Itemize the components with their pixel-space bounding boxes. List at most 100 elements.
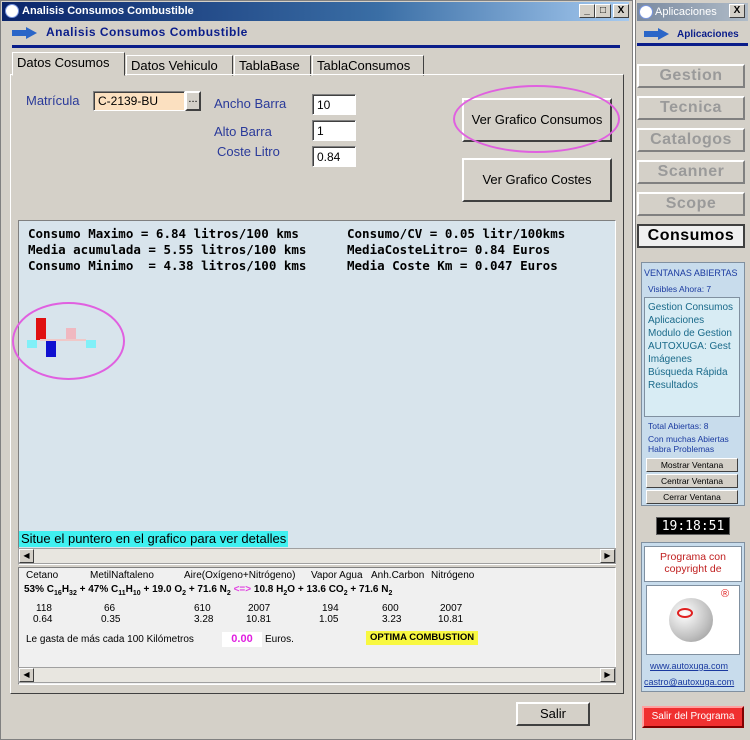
copyright-line1: Programa con <box>660 551 726 563</box>
window-item[interactable]: Resultados <box>648 379 739 392</box>
tab-tablabase[interactable]: TablaBase <box>234 55 311 76</box>
oxigeno-val1: 610 <box>194 603 211 614</box>
agua-val2: 1.05 <box>319 614 339 625</box>
email-link[interactable]: castro@autoxuga.com <box>644 677 734 687</box>
window-item[interactable]: Modulo de Gestion <box>648 327 739 340</box>
open-windows-list[interactable]: Gestion Consumos Aplicaciones Modulo de … <box>644 297 740 417</box>
close-button[interactable]: X <box>613 4 629 18</box>
header-nitrogeno: Nitrógeno <box>431 570 475 581</box>
window-item[interactable]: Gestion Consumos <box>648 301 739 314</box>
media-coste-km-text: Media Coste Km = 0.047 Euros <box>347 258 558 273</box>
mostrar-ventana-button[interactable]: Mostrar Ventana <box>646 458 738 472</box>
main-title-text: Analisis Consumos Combustible <box>22 5 194 17</box>
bar-max[interactable] <box>36 317 46 340</box>
section-header: Analisis Consumos Combustible <box>12 23 620 48</box>
matricula-input[interactable] <box>93 91 185 111</box>
header-metilnaftaleno: MetilNaftaleno <box>90 570 154 581</box>
sidebar-close-button[interactable]: X <box>729 4 745 18</box>
main-title-bar[interactable]: Analisis Consumos Combustible _ □ X <box>2 2 629 21</box>
nav-gestion[interactable]: Gestion <box>637 64 745 88</box>
ver-grafico-costes-button[interactable]: Ver Grafico Costes <box>462 158 612 202</box>
tab-datos-cosumos[interactable]: Datos Cosumos <box>12 52 125 76</box>
graph-hscrollbar[interactable]: ◀ ▶ <box>18 548 616 564</box>
registered-mark: ® <box>721 588 730 600</box>
nav-catalogos[interactable]: Catalogos <box>637 128 745 152</box>
nav-consumos[interactable]: Consumos <box>637 224 745 248</box>
open-windows-title: VENTANAS ABIERTAS <box>644 268 738 278</box>
ancho-barra-input[interactable] <box>312 94 356 115</box>
header-cetano: Cetano <box>26 570 59 581</box>
chart-baseline <box>40 339 86 341</box>
arrow-right-icon <box>12 27 38 39</box>
sidebar-app-icon <box>639 5 653 19</box>
nav-scope[interactable]: Scope <box>637 192 745 216</box>
nitrogeno-in-val2: 10.81 <box>246 614 272 625</box>
nitrogeno-out-val1: 2007 <box>440 603 463 614</box>
nav-scanner[interactable]: Scanner <box>637 160 745 184</box>
media-acumulada-text: Media acumulada = 5.55 litros/100 kms <box>28 242 307 257</box>
metil-val1: 66 <box>104 603 116 614</box>
oxigeno-val2: 3.28 <box>194 614 214 625</box>
combustion-hscrollbar[interactable]: ◀ ▶ <box>18 667 616 683</box>
agua-val1: 194 <box>322 603 339 614</box>
scroll-left-button-2[interactable]: ◀ <box>19 668 34 682</box>
combustion-equation: 53% C16H32 + 47% C11H10 + 19.0 O2 + 71.6… <box>24 584 393 597</box>
cerrar-ventana-button[interactable]: Cerrar Ventana <box>646 490 738 504</box>
window-item[interactable]: Búsqueda Rápida <box>648 366 739 379</box>
nav-tecnica[interactable]: Tecnica <box>637 96 745 120</box>
combustion-status-badge: OPTIMA COMBUSTION <box>366 631 479 645</box>
co2-val2: 3.23 <box>382 614 402 625</box>
autoxuga-logo: ® <box>646 585 740 655</box>
clock-display: 19:18:51 <box>656 517 730 535</box>
window-item[interactable]: Aplicaciones <box>648 314 739 327</box>
sidebar-title-bar[interactable]: Aplicaciones X <box>637 3 748 21</box>
nitrogeno-out-val2: 10.81 <box>438 614 464 625</box>
extra-cost-label: Le gasta de más cada 100 Kilómetros <box>26 634 194 645</box>
ver-grafico-consumos-button[interactable]: Ver Grafico Consumos <box>462 98 612 142</box>
matricula-lookup-button[interactable]: ... <box>185 91 201 111</box>
sidebar-arrow-icon <box>644 28 670 40</box>
visible-count: Visibles Ahora: 7 <box>648 284 712 294</box>
coste-litro-input[interactable] <box>312 146 356 167</box>
alto-barra-input[interactable] <box>312 120 356 141</box>
consumo-cv-text: Consumo/CV = 0.05 litr/100kms <box>347 226 566 241</box>
bar-min[interactable] <box>46 340 56 358</box>
copyright-text-box: Programa con copyright de <box>644 546 742 582</box>
logo-ring-icon <box>677 608 693 618</box>
extra-cost-value: 0.00 <box>222 632 262 647</box>
total-open-count: Total Abiertas: 8 <box>648 421 709 431</box>
logo-sphere-icon <box>669 598 713 642</box>
salir-button[interactable]: Salir <box>516 702 590 726</box>
website-link[interactable]: www.autoxuga.com <box>650 661 728 671</box>
media-coste-litro-text: MediaCosteLitro= 0.84 Euros <box>347 242 551 257</box>
tab-datos-vehiculo[interactable]: Datos Vehiculo <box>126 55 233 76</box>
scroll-left-button[interactable]: ◀ <box>19 549 34 563</box>
hint-text: Situe el puntero en el grafico para ver … <box>19 531 289 547</box>
app-icon <box>5 4 19 18</box>
consumo-minimo-text: Consumo Minimo = 4.38 litros/100 kms <box>28 258 307 273</box>
scroll-right-button-2[interactable]: ▶ <box>600 668 615 682</box>
coste-litro-label: Coste Litro <box>217 144 280 159</box>
metil-val2: 0.35 <box>101 614 121 625</box>
header-anh-carbon: Anh.Carbon <box>371 570 425 581</box>
warning-line1: Con muchas Abiertas <box>648 434 729 444</box>
sidebar-title-text: Aplicaciones <box>655 6 717 18</box>
cetano-val2: 0.64 <box>33 614 53 625</box>
bar-cyan-right[interactable] <box>86 340 96 348</box>
window-item[interactable]: AUTOXUGA: Gest <box>648 340 739 353</box>
maximize-button[interactable]: □ <box>595 4 611 18</box>
cetano-val1: 118 <box>36 603 52 614</box>
sidebar-header-text: Aplicaciones <box>677 29 739 40</box>
warning-line2: Habra Problemas <box>648 444 715 454</box>
salir-programa-button[interactable]: Salir del Programa <box>642 706 744 728</box>
window-item[interactable]: Imágenes <box>648 353 739 366</box>
bar-cyan-left[interactable] <box>27 340 37 348</box>
consumo-maximo-text: Consumo Maximo = 6.84 litros/100 kms <box>28 226 299 241</box>
tab-tablaconsumos[interactable]: TablaConsumos <box>312 55 424 76</box>
minimize-button[interactable]: _ <box>579 4 595 18</box>
ancho-barra-label: Ancho Barra <box>214 96 287 111</box>
centrar-ventana-button[interactable]: Centrar Ventana <box>646 474 738 488</box>
scroll-right-button[interactable]: ▶ <box>600 549 615 563</box>
nitrogeno-in-val1: 2007 <box>248 603 271 614</box>
section-title: Analisis Consumos Combustible <box>46 25 248 39</box>
